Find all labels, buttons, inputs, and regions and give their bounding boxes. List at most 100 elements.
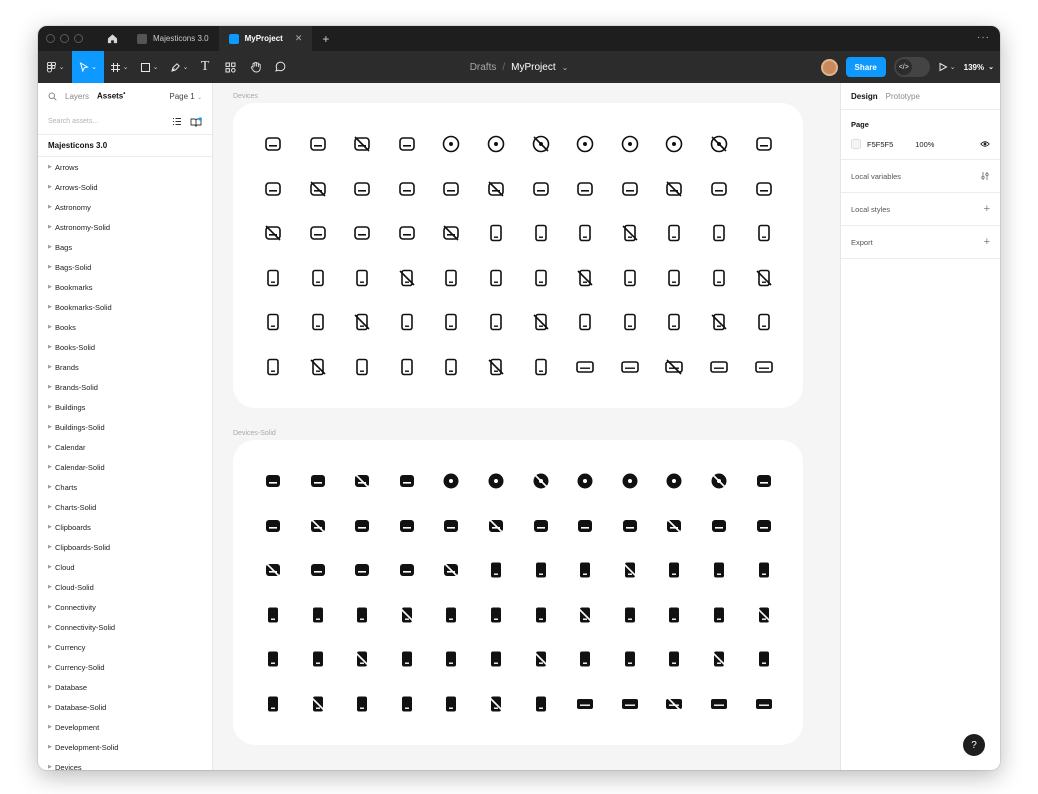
- list-view-icon[interactable]: [172, 117, 182, 126]
- phone-exit-solid-icon[interactable]: [608, 593, 652, 637]
- phone-swap-solid-icon[interactable]: [340, 593, 384, 637]
- drive-dots-icon[interactable]: [563, 167, 607, 211]
- phone-sim-solid-icon[interactable]: [563, 593, 607, 637]
- frame-label-devices-solid[interactable]: Devices-Solid: [233, 430, 276, 437]
- minimize-window-button[interactable]: [60, 34, 69, 43]
- phone-share-solid-icon[interactable]: [340, 682, 384, 726]
- inbox-download-icon[interactable]: [608, 167, 652, 211]
- headphones-solid-icon[interactable]: [385, 548, 429, 592]
- phone-notch-icon[interactable]: [697, 256, 741, 300]
- keyboard-small-solid-icon[interactable]: [608, 682, 652, 726]
- library-group-cloud[interactable]: ▶ Cloud: [38, 557, 212, 577]
- floppy-alt-icon[interactable]: [429, 167, 473, 211]
- phone-full-icon[interactable]: [429, 300, 473, 344]
- library-group-calendar[interactable]: ▶ Calendar: [38, 437, 212, 457]
- tablet-slash-icon[interactable]: [652, 167, 696, 211]
- device-download-icon[interactable]: [340, 211, 384, 255]
- headphones-charge-solid-icon[interactable]: [429, 548, 473, 592]
- library-group-database[interactable]: ▶ Database: [38, 677, 212, 697]
- library-group-clipboards-solid[interactable]: ▶ Clipboards-Solid: [38, 537, 212, 557]
- radio-round-solid-icon[interactable]: [251, 548, 295, 592]
- wifi-router-solid-icon[interactable]: [608, 548, 652, 592]
- cpu-off-solid-icon[interactable]: [742, 459, 786, 503]
- phone-icon[interactable]: [652, 211, 696, 255]
- phone-cross-solid-icon[interactable]: [742, 637, 786, 681]
- disc-off-icon[interactable]: [563, 122, 607, 166]
- headphones-icon[interactable]: [385, 211, 429, 255]
- chevron-down-icon[interactable]: ⌄: [562, 63, 569, 72]
- maximize-window-button[interactable]: [74, 34, 83, 43]
- camera-device-icon[interactable]: [251, 122, 295, 166]
- library-group-clipboards[interactable]: ▶ Clipboards: [38, 517, 212, 537]
- library-group-astronomy-solid[interactable]: ▶ Astronomy-Solid: [38, 217, 212, 237]
- keyboard-bubble-solid-icon[interactable]: [697, 682, 741, 726]
- tablet-download-solid-icon[interactable]: [697, 504, 741, 548]
- phone-transfer-solid-icon[interactable]: [296, 593, 340, 637]
- library-group-astronomy[interactable]: ▶ Astronomy: [38, 197, 212, 217]
- file-name[interactable]: MyProject: [511, 62, 555, 73]
- inbox-download-solid-icon[interactable]: [608, 504, 652, 548]
- phone-repeat-icon[interactable]: [474, 300, 518, 344]
- hard-drive-icon[interactable]: [296, 122, 340, 166]
- disc-scan-solid-icon[interactable]: [519, 459, 563, 503]
- library-group-devices[interactable]: ▶ Devices: [38, 757, 212, 771]
- tablet-slash-solid-icon[interactable]: [652, 504, 696, 548]
- calculator-alt-solid-icon[interactable]: [429, 593, 473, 637]
- frame-tool[interactable]: ⌄: [104, 51, 134, 83]
- tab-prototype[interactable]: Prototype: [886, 92, 920, 101]
- drive-icon[interactable]: [519, 167, 563, 211]
- library-group-bags-solid[interactable]: ▶ Bags-Solid: [38, 257, 212, 277]
- library-group-development-solid[interactable]: ▶ Development-Solid: [38, 737, 212, 757]
- phone-cross-icon[interactable]: [742, 300, 786, 344]
- printer-icon[interactable]: [385, 122, 429, 166]
- tab-assets[interactable]: Assets•: [97, 91, 125, 101]
- keyboard-stand-solid-icon[interactable]: [652, 682, 696, 726]
- home-button[interactable]: [97, 26, 127, 51]
- phone-card-solid-icon[interactable]: [296, 682, 340, 726]
- hand-tool[interactable]: [244, 51, 268, 83]
- phone-full-solid-icon[interactable]: [429, 637, 473, 681]
- phone-nfc-icon[interactable]: [563, 211, 607, 255]
- hard-drive-off-icon[interactable]: [340, 122, 384, 166]
- phone-list-solid-icon[interactable]: [296, 637, 340, 681]
- page-selector[interactable]: Page 1 ⌄: [169, 92, 202, 101]
- variables-icon[interactable]: [980, 171, 990, 181]
- library-group-arrows-solid[interactable]: ▶ Arrows-Solid: [38, 177, 212, 197]
- tablet-stand-icon[interactable]: [474, 167, 518, 211]
- keyboard-icon[interactable]: [563, 345, 607, 389]
- disc-alt-icon[interactable]: [608, 122, 652, 166]
- tablet-download-icon[interactable]: [697, 167, 741, 211]
- phone-notes-solid-icon[interactable]: [474, 682, 518, 726]
- phone-alert-icon[interactable]: [563, 300, 607, 344]
- phone-speaker-icon[interactable]: [742, 211, 786, 255]
- frame-devices-solid[interactable]: [233, 440, 803, 745]
- drive-dots-solid-icon[interactable]: [563, 504, 607, 548]
- library-group-bookmarks[interactable]: ▶ Bookmarks: [38, 277, 212, 297]
- floppy-solid-icon[interactable]: [385, 504, 429, 548]
- phone-keypad-icon[interactable]: [697, 211, 741, 255]
- phone-transfer-icon[interactable]: [296, 256, 340, 300]
- calculator-icon[interactable]: [385, 256, 429, 300]
- phone-wireless-solid-icon[interactable]: [385, 682, 429, 726]
- library-group-arrows[interactable]: ▶ Arrows: [38, 157, 212, 177]
- library-group-bags[interactable]: ▶ Bags: [38, 237, 212, 257]
- disc-alt-solid-icon[interactable]: [608, 459, 652, 503]
- phone-qr-icon[interactable]: [652, 300, 696, 344]
- disc-icon[interactable]: [429, 122, 473, 166]
- hard-drive-solid-icon[interactable]: [296, 459, 340, 503]
- library-group-calendar-solid[interactable]: ▶ Calendar-Solid: [38, 457, 212, 477]
- tab-myproject[interactable]: MyProject ✕: [218, 26, 313, 51]
- move-tool[interactable]: ⌄: [72, 51, 104, 83]
- disc-alt-off-solid-icon[interactable]: [652, 459, 696, 503]
- present-button[interactable]: ⌄: [938, 62, 956, 72]
- cpu-solid-icon[interactable]: [697, 459, 741, 503]
- frame-label-devices[interactable]: Devices: [233, 93, 258, 100]
- radio-solid-icon[interactable]: [742, 504, 786, 548]
- phone-qr-solid-icon[interactable]: [652, 637, 696, 681]
- headphones-alt-icon[interactable]: [474, 211, 518, 255]
- tablet-stand-solid-icon[interactable]: [474, 504, 518, 548]
- phone-more-solid-icon[interactable]: [251, 682, 295, 726]
- headphones-charge-icon[interactable]: [429, 211, 473, 255]
- disc-solid-icon[interactable]: [429, 459, 473, 503]
- more-icon[interactable]: ···: [977, 32, 990, 43]
